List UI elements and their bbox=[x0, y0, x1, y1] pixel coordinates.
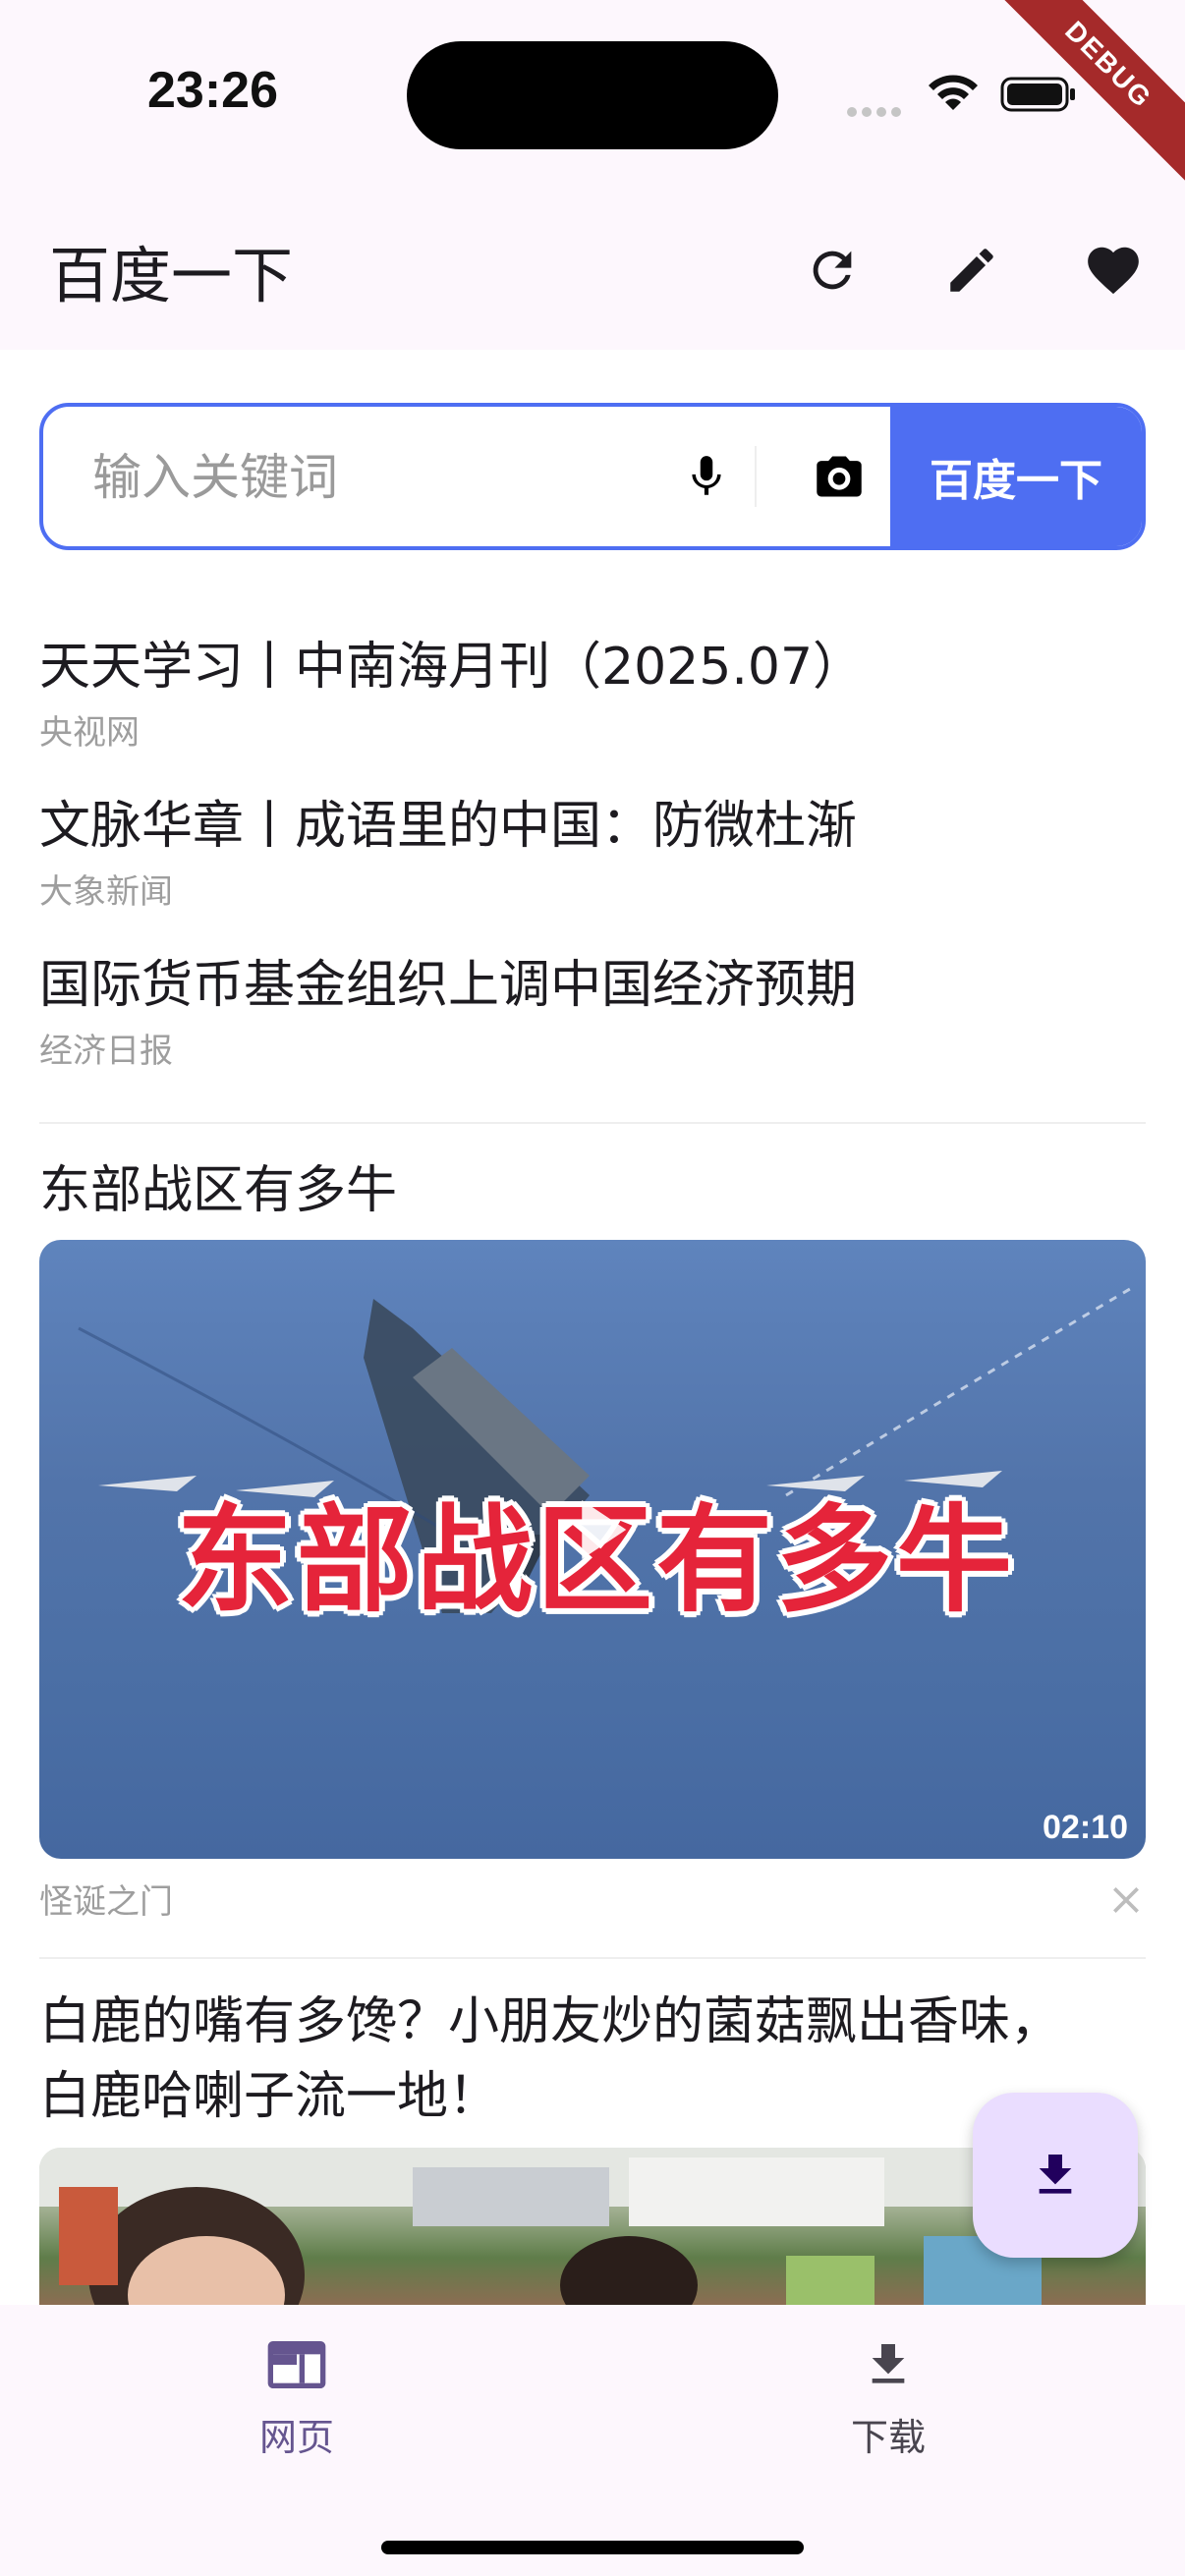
search-input[interactable] bbox=[90, 407, 645, 546]
video-card-title[interactable]: 东部战区有多牛 bbox=[39, 1153, 397, 1228]
mic-icon[interactable] bbox=[672, 442, 741, 511]
news-source: 央视网 bbox=[39, 713, 140, 753]
section-divider bbox=[39, 1122, 1146, 1124]
bottom-nav: 网页 下载 bbox=[0, 2305, 1185, 2576]
nav-item-download[interactable]: 下载 bbox=[780, 2330, 996, 2461]
nav-label: 下载 bbox=[850, 2416, 926, 2459]
signal-dots-icon bbox=[847, 102, 906, 121]
search-divider bbox=[755, 446, 757, 507]
close-icon[interactable] bbox=[1106, 1880, 1146, 1920]
download-icon bbox=[1039, 2155, 1072, 2194]
download-fab[interactable] bbox=[973, 2093, 1138, 2258]
favorite-icon[interactable] bbox=[1079, 236, 1148, 305]
section-divider bbox=[39, 1957, 1146, 1959]
news-title: 国际货币基金组织上调中国经济预期 bbox=[39, 956, 858, 1015]
dynamic-island bbox=[407, 41, 778, 149]
web-icon bbox=[262, 2330, 331, 2399]
nav-item-web[interactable]: 网页 bbox=[189, 2330, 405, 2461]
news-item[interactable]: 国际货币基金组织上调中国经济预期 经济日报 bbox=[39, 945, 1146, 1104]
app-bar: 百度一下 bbox=[0, 196, 1185, 350]
page-title: 百度一下 bbox=[49, 240, 294, 311]
news-item[interactable]: 天天学习丨中南海月刊（2025.07） 央视网 bbox=[39, 627, 1146, 786]
download-icon bbox=[854, 2330, 923, 2399]
video-duration: 02:10 bbox=[1043, 1809, 1128, 1846]
news-list: 天天学习丨中南海月刊（2025.07） 央视网 文脉华章丨成语里的中国：防微杜渐… bbox=[39, 627, 1146, 1104]
status-bar: 23:26 DEBUG bbox=[0, 0, 1185, 196]
battery-icon bbox=[1000, 77, 1075, 112]
status-time: 23:26 bbox=[147, 62, 278, 119]
nav-label: 网页 bbox=[258, 2416, 334, 2459]
wifi-icon bbox=[929, 75, 978, 110]
video-source: 怪诞之门 bbox=[39, 1882, 173, 1922]
search-bar: 百度一下 bbox=[39, 403, 1146, 550]
edit-icon[interactable] bbox=[937, 236, 1006, 305]
video-meta: 怪诞之门 bbox=[39, 1876, 1146, 1928]
video-thumbnail[interactable]: 东部战区有多牛 02:10 bbox=[39, 1240, 1146, 1859]
news-source: 大象新闻 bbox=[39, 872, 173, 912]
refresh-icon[interactable] bbox=[798, 236, 867, 305]
news-source: 经济日报 bbox=[39, 1032, 173, 1071]
camera-icon[interactable] bbox=[800, 442, 878, 511]
home-indicator[interactable] bbox=[381, 2541, 804, 2554]
news-title: 文脉华章丨成语里的中国：防微杜渐 bbox=[39, 797, 858, 856]
play-icon[interactable] bbox=[556, 1485, 645, 1574]
news-title: 天天学习丨中南海月刊（2025.07） bbox=[39, 638, 865, 697]
article-title[interactable]: 白鹿的嘴有多馋？小朋友炒的菌菇飘出香味，白鹿哈喇子流一地！ bbox=[39, 1985, 1100, 2134]
search-button[interactable]: 百度一下 bbox=[890, 407, 1142, 546]
news-item[interactable]: 文脉华章丨成语里的中国：防微杜渐 大象新闻 bbox=[39, 786, 1146, 945]
